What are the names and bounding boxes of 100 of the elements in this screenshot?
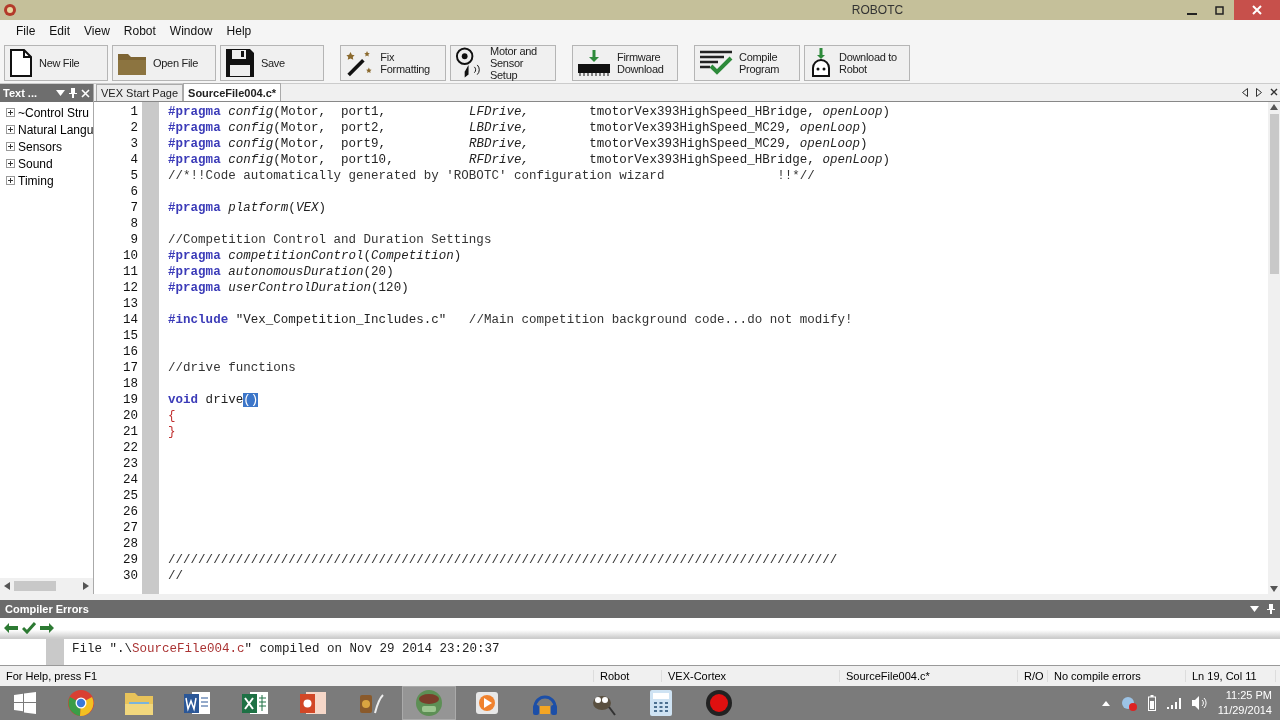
- line-number: 7: [129, 201, 139, 217]
- browser-icon: [67, 689, 95, 717]
- toolbar-button[interactable]: Motor and Sensor Setup: [450, 44, 556, 81]
- code-line: #pragma competitionControl(Competition): [168, 249, 463, 265]
- scroll-left-icon: [4, 582, 10, 590]
- line-number: 19: [122, 393, 139, 409]
- code-line: #pragma config(Motor, port10, RFDrive, tmotorVex393HighSpeed_HBridge, openLoop): [168, 153, 892, 169]
- menu-item[interactable]: Help: [220, 24, 258, 38]
- battery-icon: [1147, 695, 1156, 711]
- status-text: Ln 19, Col 11: [1186, 670, 1276, 682]
- line-number: 22: [122, 441, 139, 457]
- tree-item[interactable]: Timing: [18, 173, 54, 188]
- line-number: 5: [129, 169, 139, 185]
- firmware-chip-icon: [577, 48, 611, 77]
- toolbar-button[interactable]: Compile Program: [694, 44, 800, 81]
- tree-item[interactable]: ~Control Stru: [18, 105, 90, 120]
- code-line: /////////////////////////////////////////////////////////////////////////////////////////: [168, 553, 839, 569]
- line-number: 30: [122, 569, 139, 585]
- code-line: #pragma config(Motor, port1, LFDrive, tmotorVex393HighSpeed_HBridge, openLoop): [168, 105, 892, 121]
- spreadsheet-icon: [241, 689, 269, 717]
- code-line: }: [168, 425, 177, 441]
- line-number: 14: [122, 313, 139, 329]
- scrollbar-thumb[interactable]: [14, 581, 56, 591]
- code-line: //Competition Control and Duration Settings: [168, 233, 493, 249]
- robot-download-icon: [809, 47, 833, 78]
- scroll-down-icon: [1270, 586, 1278, 592]
- editor-tab[interactable]: VEX Start Page: [96, 84, 184, 101]
- expander-icon[interactable]: [6, 176, 15, 185]
- toolbar-button[interactable]: Download to Robot: [804, 44, 910, 81]
- tab-left-icon: [1242, 88, 1248, 97]
- scroll-up-icon: [1270, 104, 1278, 110]
- maximize-icon: [1215, 5, 1225, 15]
- line-number: 12: [122, 281, 139, 297]
- pin-icon: [69, 88, 77, 98]
- tree-item[interactable]: Sensors: [18, 139, 63, 154]
- expander-icon[interactable]: [6, 125, 15, 134]
- clock-time: 11:25 PM: [1225, 688, 1272, 703]
- scrollbar-thumb[interactable]: [1269, 114, 1279, 274]
- line-number: 26: [122, 505, 139, 521]
- menu-item[interactable]: File: [10, 24, 42, 38]
- tab-right-icon: [1256, 88, 1262, 97]
- left-arrow-icon: [4, 623, 18, 633]
- pin-icon: [1267, 604, 1275, 614]
- toolbar-button[interactable]: New File: [4, 44, 108, 81]
- code-line: #pragma platform(VEX): [168, 201, 327, 217]
- toolbar-button[interactable]: Fix Formatting: [340, 44, 446, 81]
- toolbar-button[interactable]: Firmware Download: [572, 44, 678, 81]
- presentation-icon: [299, 689, 327, 717]
- compiler-message: File ".\SourceFile004.c" compiled on Nov 29 2014 23:20:37: [71, 641, 500, 658]
- word-processor-icon: [183, 689, 211, 717]
- toolbar-button[interactable]: Open File: [112, 44, 216, 81]
- status-text: For Help, press F1: [0, 670, 594, 682]
- window-title: ROBOTC: [851, 3, 904, 17]
- toolbar-button[interactable]: Save: [220, 44, 324, 81]
- line-number: 4: [129, 153, 139, 169]
- line-number: 24: [122, 473, 139, 489]
- line-number: 9: [129, 233, 139, 249]
- compile-check-icon: [699, 49, 733, 76]
- close-icon: [81, 88, 90, 98]
- line-number: 28: [122, 537, 139, 553]
- code-line: #pragma autonomousDuration(20): [168, 265, 395, 281]
- editor-tab[interactable]: SourceFile004.c*: [183, 83, 282, 101]
- code-line: void drive(): [168, 393, 260, 409]
- menu-item[interactable]: View: [78, 24, 116, 38]
- menu-item[interactable]: Window: [163, 24, 219, 38]
- line-number: 25: [122, 489, 139, 505]
- code-line: {: [168, 409, 177, 425]
- close-button[interactable]: [1234, 0, 1280, 20]
- speaker-icon: [1191, 696, 1208, 710]
- line-number: 6: [129, 185, 139, 201]
- panel-title: Text ...: [3, 87, 39, 99]
- play-icon: [473, 689, 501, 717]
- line-number: 1: [129, 105, 139, 121]
- check-icon: [22, 622, 36, 634]
- taskbar-app-button[interactable]: [402, 686, 456, 720]
- panel-title: Compiler Errors: [5, 603, 90, 615]
- line-number: 17: [122, 361, 139, 377]
- code-line: //: [168, 569, 185, 585]
- code-line: //drive functions: [168, 361, 297, 377]
- line-number: 8: [129, 217, 139, 233]
- code-line: #include "Vex_Competition_Includes.c" //Main competition background code...do not modify!: [168, 313, 854, 329]
- code-line: #pragma userControlDuration(120): [168, 281, 410, 297]
- menu-item[interactable]: Edit: [43, 24, 77, 38]
- expander-icon[interactable]: [6, 108, 15, 117]
- line-number: 29: [122, 553, 139, 569]
- status-text: VEX-Cortex: [662, 670, 840, 682]
- right-arrow-icon: [40, 623, 54, 633]
- network-icon: [1119, 695, 1138, 711]
- tree-item[interactable]: Sound: [18, 156, 53, 171]
- line-number: 21: [122, 425, 139, 441]
- line-number: 10: [122, 249, 139, 265]
- expander-icon[interactable]: [6, 159, 15, 168]
- record-icon: [705, 689, 733, 717]
- status-text: Robot: [594, 670, 662, 682]
- tree-item[interactable]: Natural Langu: [18, 122, 93, 137]
- windows-logo-icon: [14, 692, 36, 714]
- minimize-icon: [1187, 13, 1197, 15]
- expander-icon[interactable]: [6, 142, 15, 151]
- calculator-icon: [649, 689, 673, 717]
- menu-item[interactable]: Robot: [117, 24, 162, 38]
